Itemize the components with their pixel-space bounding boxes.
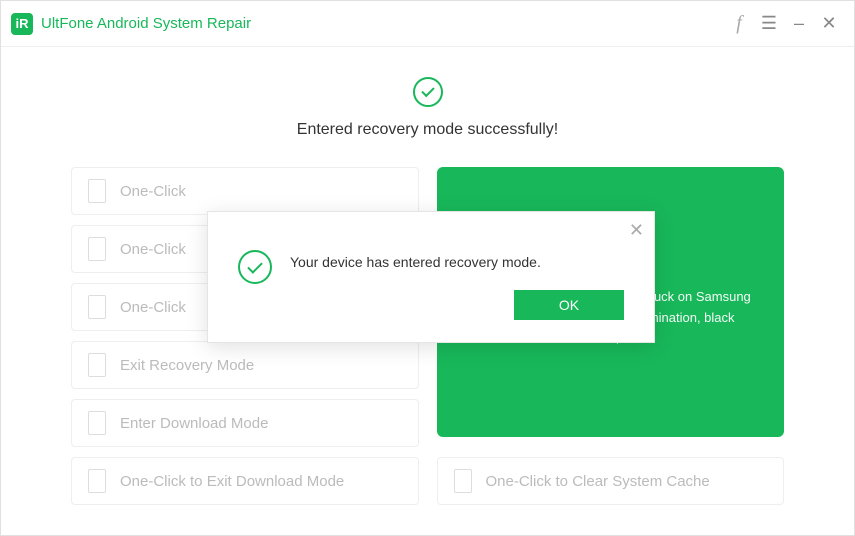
device-icon: [88, 237, 106, 261]
titlebar: iR UltFone Android System Repair f ☰ – ✕: [1, 1, 854, 47]
device-icon: [88, 295, 106, 319]
enter-download-button[interactable]: Enter Download Mode: [71, 399, 419, 447]
option-label: One-Click to Exit Download Mode: [120, 473, 344, 490]
app-title: UltFone Android System Repair: [41, 15, 251, 32]
content-area: Entered recovery mode successfully! One-…: [1, 47, 854, 535]
modal-message: Your device has entered recovery mode.: [290, 254, 624, 270]
success-modal: ✕ Your device has entered recovery mode.…: [207, 211, 655, 343]
app-window: iR UltFone Android System Repair f ☰ – ✕…: [0, 0, 855, 536]
option-label: Enter Download Mode: [120, 415, 268, 432]
modal-check-icon: [238, 250, 272, 284]
exit-download-button[interactable]: One-Click to Exit Download Mode: [71, 457, 419, 505]
success-message: Entered recovery mode successfully!: [71, 121, 784, 139]
clear-cache-button[interactable]: One-Click to Clear System Cache: [437, 457, 785, 505]
device-icon: [88, 469, 106, 493]
device-icon: [88, 411, 106, 435]
option-label: One-Click: [120, 241, 186, 258]
exit-recovery-button[interactable]: Exit Recovery Mode: [71, 341, 419, 389]
option-button[interactable]: One-Click: [71, 167, 419, 215]
modal-body: Your device has entered recovery mode. O…: [208, 212, 654, 342]
success-check-icon: [413, 77, 443, 107]
modal-ok-button[interactable]: OK: [514, 290, 624, 320]
option-label: One-Click: [120, 183, 186, 200]
option-label: Exit Recovery Mode: [120, 357, 254, 374]
app-logo-icon: iR: [11, 13, 33, 35]
option-label: One-Click: [120, 299, 186, 316]
device-icon: [88, 353, 106, 377]
close-icon[interactable]: ✕: [814, 9, 844, 39]
menu-icon[interactable]: ☰: [754, 9, 784, 39]
facebook-icon[interactable]: f: [724, 9, 754, 39]
modal-close-icon[interactable]: ✕: [629, 220, 644, 241]
device-icon: [88, 179, 106, 203]
option-label: One-Click to Clear System Cache: [486, 473, 710, 490]
device-icon: [454, 469, 472, 493]
minimize-icon[interactable]: –: [784, 9, 814, 39]
